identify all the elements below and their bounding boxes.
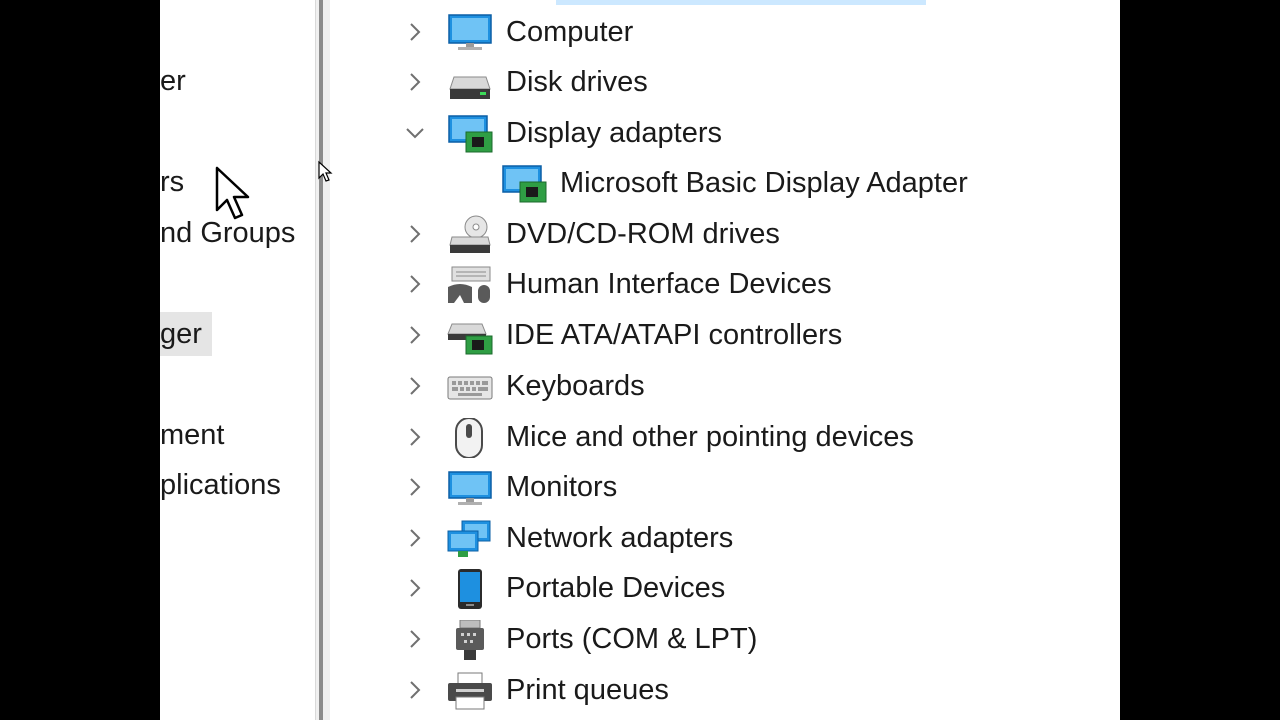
tree-item-ide-ata-atapi-controllers[interactable]: IDE ATA/ATAPI controllers bbox=[330, 310, 1120, 360]
hid-icon bbox=[448, 266, 491, 303]
tree-item-label: Display adapters bbox=[506, 117, 722, 149]
device-tree: Computer Disk drives Display adapters Mi… bbox=[330, 0, 1120, 720]
dvd-drive-icon bbox=[449, 215, 491, 253]
tree-item-mice-and-other-pointing-devices[interactable]: Mice and other pointing devices bbox=[330, 412, 1120, 462]
nav-item-label: ger bbox=[160, 318, 202, 350]
selection-highlight bbox=[556, 0, 926, 5]
keyboard-icon bbox=[447, 376, 493, 400]
monitor-icon bbox=[448, 471, 492, 505]
tree-item-label: Ports (COM & LPT) bbox=[506, 623, 758, 655]
tree-item-label: Mice and other pointing devices bbox=[506, 421, 914, 453]
tree-item-portable-devices[interactable]: Portable Devices bbox=[330, 563, 1120, 613]
tree-item-dvd-cd-rom-drives[interactable]: DVD/CD-ROM drives bbox=[330, 209, 1120, 259]
portable-device-icon bbox=[458, 569, 482, 609]
tree-item-label: Human Interface Devices bbox=[506, 268, 832, 300]
ide-controller-icon bbox=[447, 323, 493, 355]
nav-item-local-users-and-groups[interactable]: nd Groups bbox=[160, 211, 295, 255]
chevron-right-icon[interactable] bbox=[402, 525, 428, 551]
tree-item-label: DVD/CD-ROM drives bbox=[506, 218, 780, 250]
tree-item-label: Disk drives bbox=[506, 66, 648, 98]
nav-item-2[interactable]: rs bbox=[160, 160, 184, 204]
network-adapter-icon bbox=[447, 520, 491, 557]
chevron-right-icon[interactable] bbox=[402, 575, 428, 601]
disk-drive-icon bbox=[449, 76, 491, 99]
window-viewport: er rs nd Groups ger ment plications Comp… bbox=[160, 0, 1120, 720]
nav-item-1[interactable]: er bbox=[160, 59, 186, 103]
chevron-right-icon[interactable] bbox=[402, 69, 428, 95]
computer-icon bbox=[448, 14, 492, 50]
chevron-right-icon[interactable] bbox=[402, 373, 428, 399]
tree-item-label: Keyboards bbox=[506, 370, 645, 402]
chevron-right-icon[interactable] bbox=[402, 424, 428, 450]
tree-item-label: IDE ATA/ATAPI controllers bbox=[506, 319, 843, 351]
nav-item-label: er bbox=[160, 65, 186, 97]
small-pointer-icon bbox=[318, 160, 333, 182]
nav-item-services-and-applications[interactable]: plications bbox=[160, 463, 281, 507]
pane-splitter-line bbox=[319, 0, 323, 720]
port-icon bbox=[456, 620, 484, 660]
tree-item-microsoft-basic-display-adapter[interactable]: Microsoft Basic Display Adapter bbox=[330, 158, 1120, 208]
tree-item-label: Computer bbox=[506, 16, 634, 48]
tree-item-human-interface-devices[interactable]: Human Interface Devices bbox=[330, 259, 1120, 309]
tree-item-computer[interactable]: Computer bbox=[330, 7, 1120, 57]
chevron-right-icon[interactable] bbox=[402, 221, 428, 247]
tree-item-label: Microsoft Basic Display Adapter bbox=[560, 167, 968, 199]
navigation-pane: er rs nd Groups ger ment plications bbox=[160, 0, 315, 720]
nav-item-label: nd Groups bbox=[160, 217, 296, 249]
nav-item-label: rs bbox=[160, 166, 185, 198]
nav-item-device-manager[interactable]: ger bbox=[160, 312, 212, 356]
printer-icon bbox=[448, 672, 492, 710]
chevron-right-icon[interactable] bbox=[402, 322, 428, 348]
chevron-right-icon[interactable] bbox=[402, 19, 428, 45]
nav-item-disk-management[interactable]: ment bbox=[160, 413, 224, 457]
tree-item-ports-com-lpt[interactable]: Ports (COM & LPT) bbox=[330, 614, 1120, 664]
tree-item-monitors[interactable]: Monitors bbox=[330, 462, 1120, 512]
chevron-right-icon[interactable] bbox=[402, 271, 428, 297]
chevron-right-icon[interactable] bbox=[402, 677, 428, 703]
chevron-down-icon[interactable] bbox=[402, 120, 428, 146]
tree-item-network-adapters[interactable]: Network adapters bbox=[330, 513, 1120, 563]
mouse-icon bbox=[455, 418, 483, 458]
display-adapter-icon bbox=[448, 115, 493, 153]
tree-item-display-adapters[interactable]: Display adapters bbox=[330, 108, 1120, 158]
chevron-right-icon[interactable] bbox=[402, 474, 428, 500]
display-adapter-icon bbox=[502, 165, 547, 203]
tree-item-label: Network adapters bbox=[506, 522, 734, 554]
tree-item-label: Portable Devices bbox=[506, 572, 726, 604]
tree-item-label: Print queues bbox=[506, 674, 669, 706]
tree-item-disk-drives[interactable]: Disk drives bbox=[330, 57, 1120, 107]
tree-item-print-queues[interactable]: Print queues bbox=[330, 665, 1120, 715]
tree-item-label: Monitors bbox=[506, 471, 618, 503]
chevron-right-icon[interactable] bbox=[402, 626, 428, 652]
nav-item-label: plications bbox=[160, 469, 281, 501]
nav-item-label: ment bbox=[160, 419, 225, 451]
tree-item-keyboards[interactable]: Keyboards bbox=[330, 361, 1120, 411]
